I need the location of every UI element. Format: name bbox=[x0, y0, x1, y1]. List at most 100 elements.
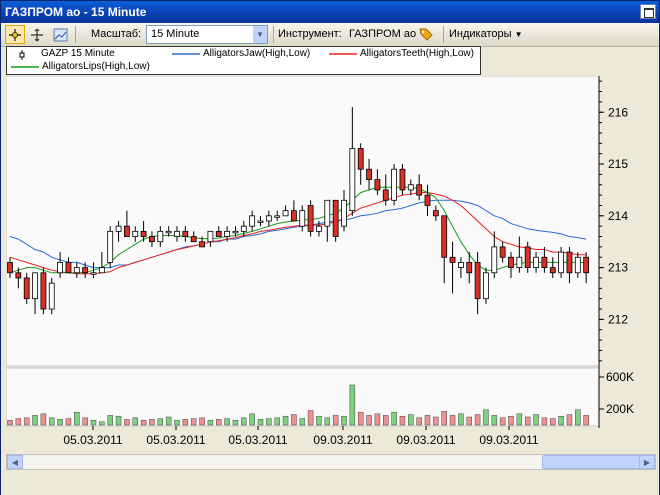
candle-body bbox=[199, 241, 205, 248]
candle-body bbox=[549, 267, 556, 274]
candle-body bbox=[516, 256, 523, 269]
volume-bar bbox=[107, 415, 113, 426]
candle-body bbox=[57, 262, 63, 274]
candle-body bbox=[157, 230, 164, 243]
candle-body bbox=[491, 246, 498, 274]
indicators-menu[interactable]: Индикаторы ▼ bbox=[449, 28, 523, 40]
volume-bar bbox=[524, 416, 531, 426]
volume-bar bbox=[466, 416, 472, 426]
toolbar-separator bbox=[273, 26, 274, 43]
instrument-value[interactable]: ГАЗПРОМ ао bbox=[349, 28, 416, 40]
legend-item-price: GAZP 15 Minute bbox=[41, 48, 115, 59]
chevron-down-icon[interactable]: ▼ bbox=[253, 26, 267, 43]
volume-tick-label: 200K bbox=[606, 402, 634, 416]
volume-bar bbox=[274, 417, 280, 426]
candle-body bbox=[140, 230, 147, 237]
volume-bar bbox=[449, 415, 456, 426]
volume-bar bbox=[349, 384, 356, 426]
scroll-thumb[interactable] bbox=[542, 455, 642, 469]
volume-bar bbox=[383, 415, 389, 426]
price-tick-label: 216 bbox=[608, 105, 628, 119]
candle-body bbox=[574, 256, 581, 274]
price-chart[interactable]: 212 213 214 215 216 600K 200K 05.03.2011 05.03.2… bbox=[6, 76, 657, 454]
volume-bar bbox=[182, 419, 189, 426]
tag-icon[interactable] bbox=[418, 26, 434, 42]
candle-body bbox=[316, 225, 322, 232]
volume-bar bbox=[65, 418, 72, 426]
window-title: ГАЗПРОМ ао - 15 Minute bbox=[5, 5, 147, 19]
x-tick-label: 05.03.2011 bbox=[63, 433, 122, 447]
candle-body bbox=[566, 251, 573, 274]
volume-bar bbox=[32, 415, 38, 426]
volume-bar bbox=[241, 417, 247, 426]
chevron-down-icon: ▼ bbox=[514, 30, 523, 39]
candle-body bbox=[357, 148, 364, 170]
volume-bar bbox=[408, 414, 414, 426]
volume-bar bbox=[216, 419, 222, 426]
volume-bar bbox=[140, 419, 147, 426]
volume-bar bbox=[40, 413, 47, 426]
horizontal-scrollbar[interactable]: ◀ ▶ bbox=[6, 454, 656, 470]
volume-bar bbox=[282, 415, 289, 426]
legend-item-teeth: AlligatorsTeeth(High,Low) bbox=[360, 48, 474, 59]
volume-bar bbox=[458, 413, 464, 426]
volume-bar bbox=[424, 415, 431, 426]
volume-bar bbox=[23, 417, 30, 426]
volume-bar bbox=[499, 417, 506, 426]
volume-bar bbox=[533, 414, 539, 426]
volume-bar bbox=[416, 417, 422, 426]
candle-body bbox=[7, 262, 13, 274]
candle-body bbox=[132, 230, 139, 237]
volume-tick-label: 600K bbox=[606, 370, 634, 384]
instrument-label: Инструмент: bbox=[278, 28, 342, 40]
candle-body bbox=[558, 251, 564, 274]
scale-label: Масштаб: bbox=[91, 28, 142, 40]
candle-body bbox=[232, 230, 239, 234]
scroll-right-icon[interactable]: ▶ bbox=[639, 455, 655, 469]
volume-bar bbox=[165, 416, 172, 426]
maximize-button[interactable] bbox=[640, 4, 656, 19]
toolbar-separator bbox=[75, 26, 76, 43]
candle-body bbox=[449, 256, 456, 263]
volume-bar bbox=[550, 418, 556, 426]
candle-body bbox=[374, 179, 381, 191]
volume-bar bbox=[224, 418, 230, 426]
volume-bar bbox=[316, 415, 322, 426]
volume-bar bbox=[207, 419, 214, 426]
candle-body bbox=[424, 194, 431, 206]
indicators-label: Индикаторы bbox=[449, 28, 512, 40]
volume-bar bbox=[132, 417, 138, 426]
candle-body bbox=[324, 199, 331, 227]
volume-bar bbox=[115, 415, 122, 426]
volume-bar bbox=[307, 410, 314, 426]
volume-bar bbox=[399, 415, 406, 426]
candle-body bbox=[299, 210, 306, 227]
crosshair-tool-icon[interactable] bbox=[5, 25, 25, 44]
volume-bar bbox=[433, 416, 439, 426]
x-tick-label: 05.03.2011 bbox=[146, 433, 205, 447]
candle-body bbox=[274, 215, 281, 218]
legend-item-jaw: AlligatorsJaw(High,Low) bbox=[203, 48, 311, 59]
volume-bar bbox=[491, 415, 498, 426]
volume-bar bbox=[583, 415, 589, 426]
candle-body bbox=[65, 262, 72, 274]
candle-body bbox=[15, 272, 22, 279]
chart-legend: GAZP 15 Minute AlligatorsJaw(High,Low) A… bbox=[6, 46, 481, 75]
x-tick-label: 09.03.2011 bbox=[396, 433, 455, 447]
candle-body bbox=[483, 272, 489, 300]
x-tick-label: 09.03.2011 bbox=[479, 433, 538, 447]
legend-swatch-teeth bbox=[329, 53, 357, 55]
volume-bar bbox=[299, 418, 305, 426]
candle-body bbox=[524, 246, 531, 269]
volume-bar bbox=[541, 417, 548, 426]
volume-bar bbox=[190, 418, 197, 426]
candle-body bbox=[541, 256, 548, 269]
volume-bar bbox=[232, 419, 239, 426]
pan-tool-icon[interactable] bbox=[27, 25, 47, 44]
scroll-left-icon[interactable]: ◀ bbox=[7, 455, 23, 469]
candle-body bbox=[215, 230, 222, 237]
volume-bar bbox=[57, 419, 63, 426]
chart-type-icon[interactable] bbox=[50, 25, 70, 44]
x-tick-label: 09.03.2011 bbox=[313, 433, 372, 447]
scale-select[interactable]: 15 Minute ▼ bbox=[146, 25, 268, 44]
